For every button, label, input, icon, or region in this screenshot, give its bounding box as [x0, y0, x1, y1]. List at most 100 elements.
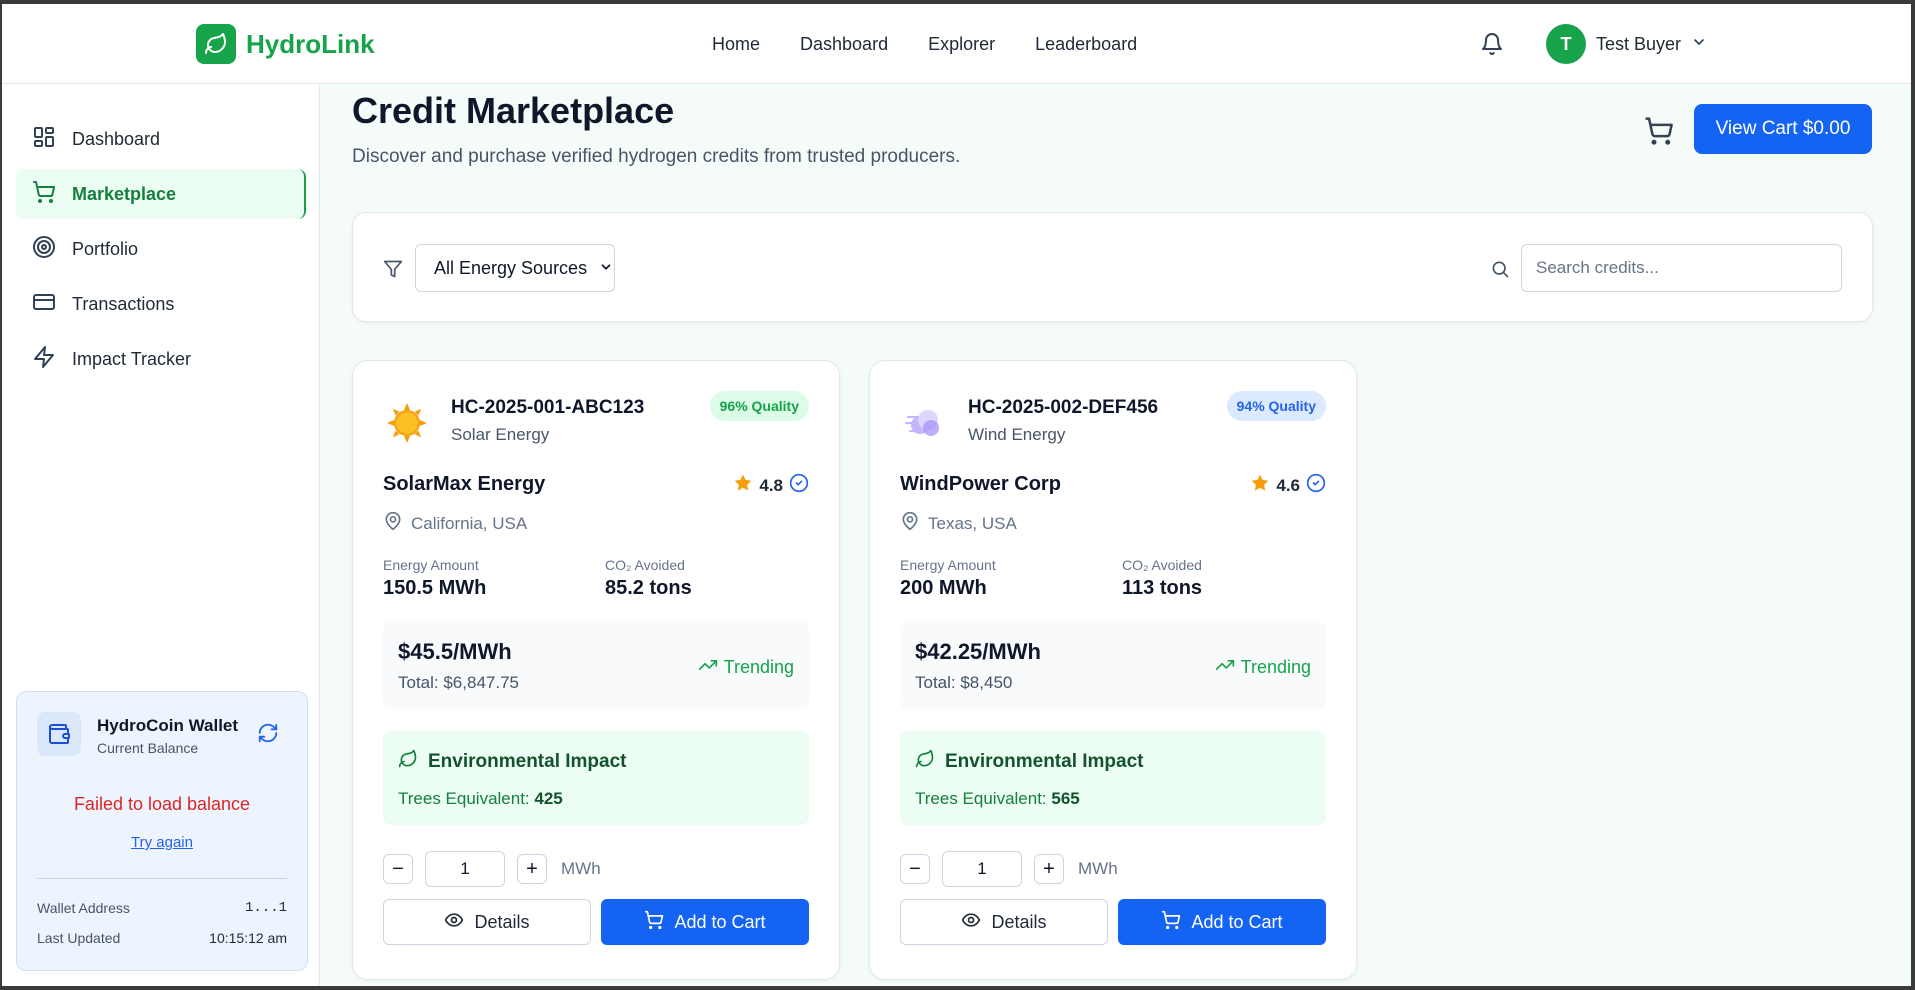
sidebar-item-label: Marketplace — [72, 183, 177, 204]
increase-quantity-button[interactable]: + — [1034, 854, 1064, 884]
quantity-input[interactable]: 1 — [942, 851, 1022, 887]
nav-explorer[interactable]: Explorer — [908, 34, 1015, 55]
producer-name: WindPower Corp — [900, 473, 1061, 495]
star-icon — [733, 473, 753, 498]
eye-icon — [444, 910, 464, 935]
wallet-panel: HydroCoin Wallet Current Balance Failed … — [16, 691, 308, 971]
trees-label: Trees Equivalent: — [915, 789, 1052, 808]
page-subtitle: Discover and purchase verified hydrogen … — [352, 146, 961, 167]
energy-amount-label: Energy Amount — [383, 557, 479, 573]
user-menu[interactable]: T Test Buyer — [1546, 24, 1707, 64]
dashboard-grid-icon — [32, 125, 56, 154]
quality-badge: 96% Quality — [709, 391, 809, 421]
quantity-stepper: − 1 + MWh — [383, 851, 601, 887]
environmental-impact-title: Environmental Impact — [915, 749, 1144, 775]
view-cart-button[interactable]: View Cart $0.00 — [1694, 104, 1872, 154]
leaf-icon — [915, 749, 935, 775]
sidebar-item-label: Impact Tracker — [72, 348, 192, 369]
rating-value: 4.8 — [759, 475, 783, 495]
sidebar-item-label: Portfolio — [72, 238, 139, 259]
brand-logo[interactable]: HydroLink — [196, 24, 375, 64]
trending-up-icon — [1215, 655, 1235, 680]
nav-dashboard[interactable]: Dashboard — [780, 34, 908, 55]
chevron-down-icon — [599, 258, 613, 279]
cart-icon[interactable] — [1644, 116, 1674, 151]
last-updated-label: Last Updated — [37, 930, 121, 946]
quality-badge: 94% Quality — [1226, 391, 1326, 421]
price-per-mwh: $42.25/MWh — [915, 639, 1041, 664]
price-total: Total: $6,847.75 — [398, 673, 519, 692]
try-again-link[interactable]: Try again — [17, 834, 307, 851]
details-button[interactable]: Details — [900, 899, 1108, 945]
divider — [37, 878, 287, 879]
leaf-icon — [398, 749, 418, 775]
map-pin-icon — [900, 511, 920, 536]
price-box: $45.5/MWh Total: $6,847.75 Trending — [383, 621, 809, 709]
trees-label: Trees Equivalent: — [398, 789, 535, 808]
sidebar-item-dashboard[interactable]: Dashboard — [16, 114, 306, 164]
quantity-unit: MWh — [561, 859, 601, 878]
location-text: Texas, USA — [928, 513, 1017, 533]
co2-avoided-value: 85.2 tons — [605, 577, 692, 599]
target-icon — [32, 235, 56, 264]
decrease-quantity-button[interactable]: − — [900, 854, 930, 884]
add-to-cart-button[interactable]: Add to Cart — [601, 899, 809, 945]
environmental-impact-label: Environmental Impact — [428, 751, 627, 772]
wallet-address-value: 1...1 — [244, 900, 287, 916]
energy-source: Wind Energy — [968, 425, 1066, 444]
quantity-stepper: − 1 + MWh — [900, 851, 1118, 887]
wallet-address-label: Wallet Address — [37, 900, 130, 916]
bell-icon[interactable] — [1480, 32, 1504, 61]
app-window: HydroLink Home Dashboard Explorer Leader… — [2, 4, 1911, 986]
location-text: California, USA — [411, 513, 528, 533]
environmental-impact-label: Environmental Impact — [945, 751, 1144, 772]
quantity-input[interactable]: 1 — [425, 851, 505, 887]
search-input[interactable] — [1521, 244, 1842, 292]
lightning-icon — [32, 345, 56, 374]
sidebar-item-label: Dashboard — [72, 128, 161, 149]
trending-up-icon — [698, 655, 718, 680]
trending-label: Trending — [723, 657, 794, 677]
increase-quantity-button[interactable]: + — [517, 854, 547, 884]
wallet-title: HydroCoin Wallet — [97, 716, 239, 735]
sidebar-item-impact-tracker[interactable]: Impact Tracker — [16, 334, 306, 384]
wallet-icon — [37, 712, 81, 756]
balance-error: Failed to load balance — [73, 794, 251, 814]
co2-avoided-value: 113 tons — [1122, 577, 1203, 599]
energy-source-select[interactable]: All Energy Sources — [415, 244, 615, 292]
credit-id: HC-2025-001-ABC123 — [451, 397, 645, 418]
energy-source: Solar Energy — [451, 425, 550, 444]
sidebar-item-label: Transactions — [72, 293, 175, 314]
energy-amount-value: 200 MWh — [900, 577, 987, 599]
nav-home[interactable]: Home — [692, 34, 780, 55]
price-per-mwh: $45.5/MWh — [398, 639, 512, 664]
add-to-cart-label: Add to Cart — [1191, 911, 1283, 932]
decrease-quantity-button[interactable]: − — [383, 854, 413, 884]
add-to-cart-button[interactable]: Add to Cart — [1118, 899, 1326, 945]
add-to-cart-label: Add to Cart — [674, 911, 766, 932]
details-button[interactable]: Details — [383, 899, 591, 945]
star-icon — [1250, 473, 1270, 498]
eye-icon — [961, 910, 981, 935]
sidebar-item-portfolio[interactable]: Portfolio — [16, 224, 306, 274]
environmental-impact-box: Environmental Impact Trees Equivalent: 4… — [383, 731, 809, 825]
producer-name: SolarMax Energy — [383, 473, 546, 495]
chevron-down-icon — [1691, 34, 1707, 55]
sun-icon — [387, 403, 427, 443]
credit-card-hc-2025-002: HC-2025-002-DEF456 Wind Energy 94% Quali… — [869, 360, 1357, 980]
rating-value: 4.6 — [1276, 475, 1300, 495]
details-label: Details — [474, 911, 530, 932]
brand-name: HydroLink — [246, 28, 375, 59]
wallet-subtitle: Current Balance — [97, 740, 199, 756]
shopping-cart-icon — [1161, 910, 1181, 935]
filter-icon — [383, 259, 403, 284]
trending-label: Trending — [1240, 657, 1311, 677]
sidebar: Dashboard Marketplace Portfolio Transact… — [2, 84, 320, 986]
leaf-icon — [196, 24, 236, 64]
nav-leaderboard[interactable]: Leaderboard — [1015, 34, 1157, 55]
refresh-icon[interactable] — [257, 722, 279, 749]
last-updated-row: Last Updated 10:15:12 am — [37, 930, 287, 946]
sidebar-item-marketplace[interactable]: Marketplace — [16, 169, 306, 219]
trees-equivalent: Trees Equivalent: 565 — [915, 789, 1080, 809]
sidebar-item-transactions[interactable]: Transactions — [16, 279, 306, 329]
